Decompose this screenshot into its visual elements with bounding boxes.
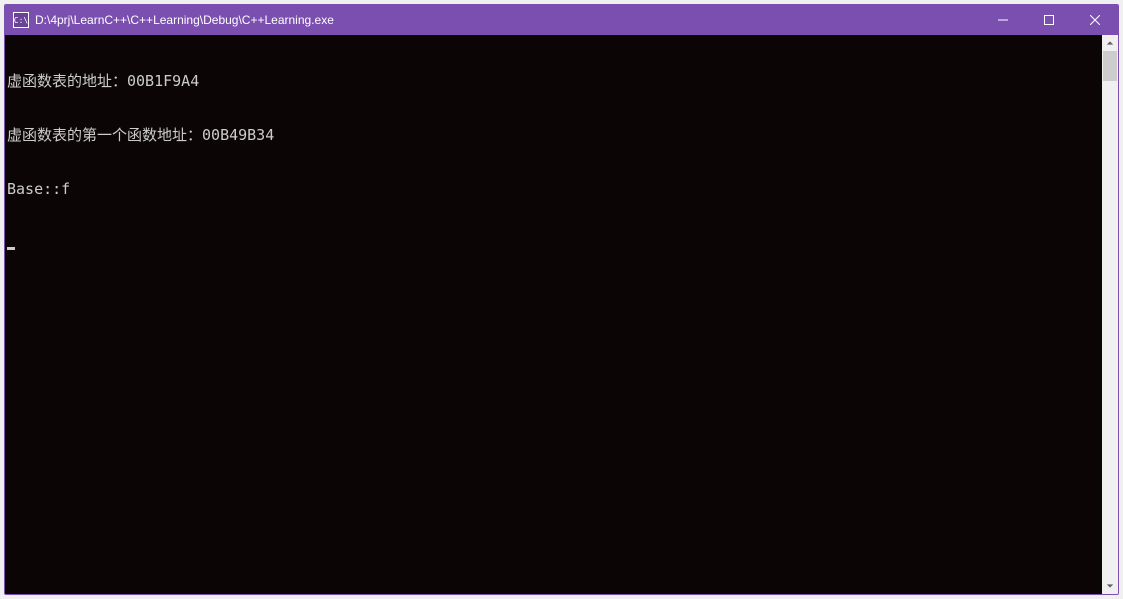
console-line: Base::f bbox=[7, 180, 1098, 198]
minimize-icon bbox=[998, 15, 1008, 25]
cursor-icon bbox=[7, 247, 15, 250]
maximize-icon bbox=[1044, 15, 1054, 25]
vertical-scrollbar[interactable] bbox=[1102, 35, 1118, 594]
console-window: C:\ D:\4prj\LearnC++\C++Learning\Debug\C… bbox=[4, 4, 1119, 595]
close-icon bbox=[1090, 15, 1100, 25]
console-output[interactable]: 虚函数表的地址：00B1F9A4 虚函数表的第一个函数地址：00B49B34 B… bbox=[5, 35, 1102, 594]
window-title: D:\4prj\LearnC++\C++Learning\Debug\C++Le… bbox=[35, 13, 334, 27]
close-button[interactable] bbox=[1072, 5, 1118, 35]
console-line: 虚函数表的地址：00B1F9A4 bbox=[7, 72, 1098, 90]
maximize-button[interactable] bbox=[1026, 5, 1072, 35]
console-cursor-line bbox=[7, 234, 1098, 252]
client-area: 虚函数表的地址：00B1F9A4 虚函数表的第一个函数地址：00B49B34 B… bbox=[5, 35, 1118, 594]
chevron-up-icon bbox=[1106, 39, 1114, 47]
app-icon[interactable]: C:\ bbox=[13, 12, 29, 28]
scroll-thumb[interactable] bbox=[1103, 51, 1117, 81]
titlebar[interactable]: C:\ D:\4prj\LearnC++\C++Learning\Debug\C… bbox=[5, 5, 1118, 35]
chevron-down-icon bbox=[1106, 582, 1114, 590]
scroll-down-button[interactable] bbox=[1102, 578, 1118, 594]
scroll-up-button[interactable] bbox=[1102, 35, 1118, 51]
minimize-button[interactable] bbox=[980, 5, 1026, 35]
console-line: 虚函数表的第一个函数地址：00B49B34 bbox=[7, 126, 1098, 144]
